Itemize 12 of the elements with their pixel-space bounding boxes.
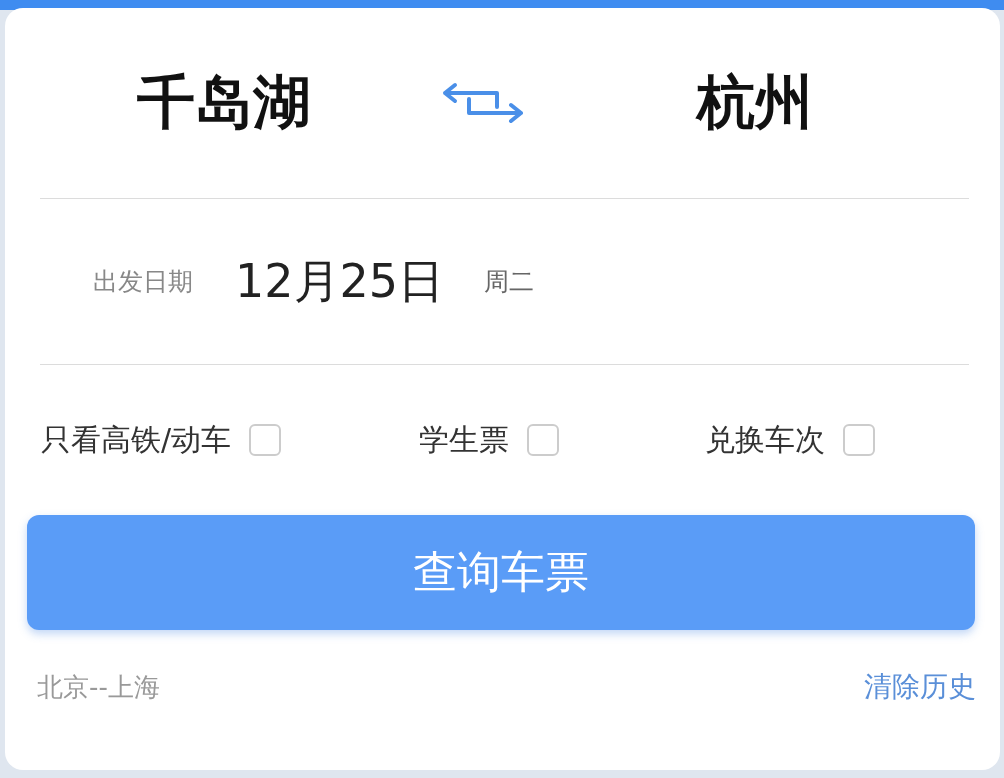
weekday-label: 周二 xyxy=(484,266,535,298)
option-label: 兑换车次 xyxy=(705,420,826,459)
checkbox[interactable] xyxy=(527,424,560,456)
swap-icon[interactable] xyxy=(441,81,525,125)
option-label: 学生票 xyxy=(419,420,510,459)
checkbox[interactable] xyxy=(843,424,876,456)
date-value[interactable]: 12月25日 xyxy=(235,250,445,313)
option-label: 只看高铁/动车 xyxy=(41,420,232,459)
arrival-station[interactable]: 杭州 xyxy=(697,64,813,142)
date-label: 出发日期 xyxy=(93,266,193,298)
departure-station[interactable]: 千岛湖 xyxy=(137,64,311,142)
checkbox[interactable] xyxy=(249,424,282,456)
